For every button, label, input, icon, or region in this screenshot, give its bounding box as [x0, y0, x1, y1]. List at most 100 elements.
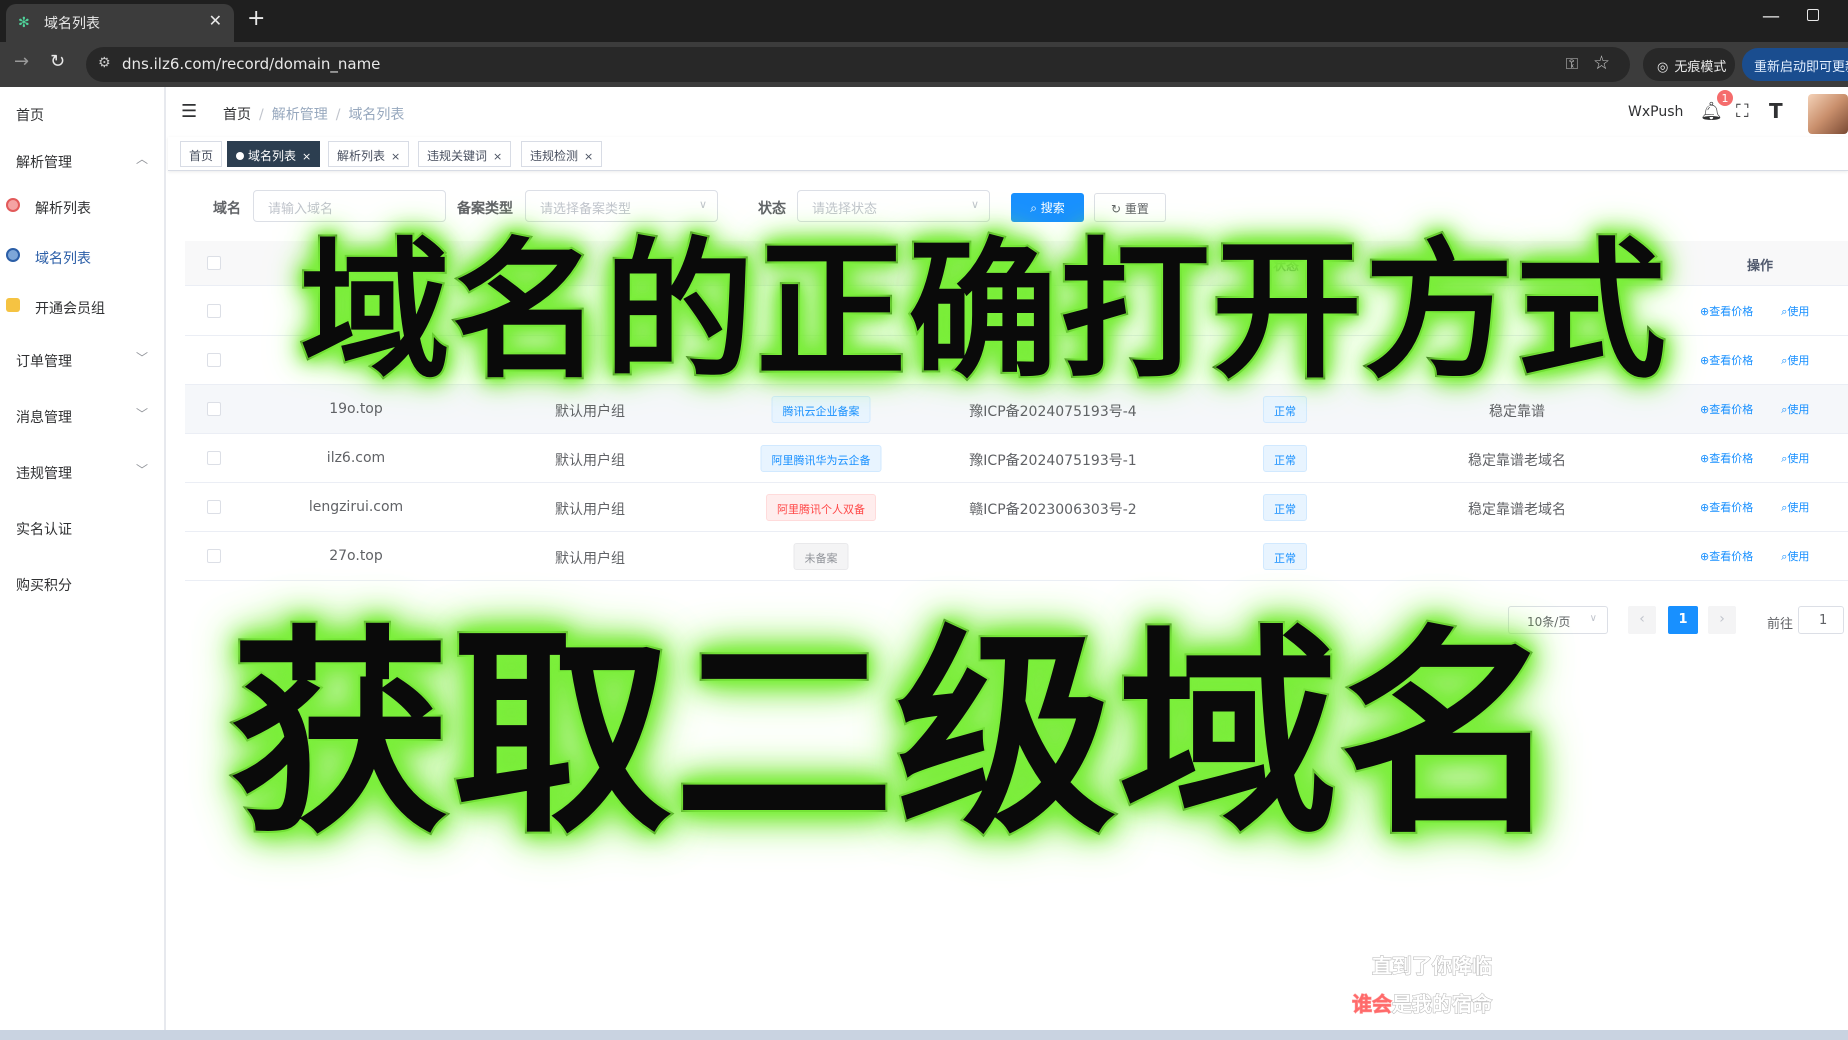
tag-violation-check[interactable]: 违规检测 × — [521, 141, 603, 167]
domain-cell: 19o.top — [329, 401, 383, 417]
search-button[interactable]: ⌕ 搜索 — [1011, 193, 1084, 222]
sidebar-item-buy-points[interactable]: 购买积分 — [0, 561, 166, 607]
sidebar-item-dns[interactable]: 解析管理 ︿ — [0, 138, 166, 184]
status-badge: 正常 — [1263, 396, 1307, 423]
icp-cell: 豫ICP备2024075193号-4 — [969, 404, 1137, 420]
view-price-link[interactable]: ⊕查看价格 — [1700, 452, 1767, 465]
password-key-icon[interactable]: ⚿ — [1566, 54, 1578, 74]
table-row: ilz6.com 默认用户组 阿里腾讯华为云企备 豫ICP备2024075193… — [185, 434, 1848, 483]
domain-search-input[interactable]: 请输入域名 — [253, 190, 446, 222]
forward-arrow-icon[interactable]: → — [14, 51, 29, 72]
row-actions: ⊕查看价格 ⌕使用 — [1700, 401, 1837, 417]
row-checkbox[interactable] — [207, 500, 221, 514]
active-dot-icon — [236, 152, 244, 160]
sidebar-item-violations[interactable]: 违规管理 ﹀ — [0, 449, 166, 495]
record-type-select[interactable]: 请选择备案类型 ∨ — [525, 190, 718, 222]
view-price-link[interactable]: ⊕查看价格 — [1700, 354, 1767, 367]
view-price-link[interactable]: ⊕查看价格 — [1700, 501, 1767, 514]
sidebar-item-orders[interactable]: 订单管理 ﹀ — [0, 337, 166, 383]
wxpush-link[interactable]: WxPush — [1628, 104, 1683, 120]
tag-domain-list[interactable]: 域名列表 × — [227, 141, 321, 167]
window-minimize-button[interactable]: — — [1762, 6, 1780, 27]
sidebar-item-label: 域名列表 — [35, 251, 91, 267]
restart-update-button[interactable]: 重新启动即可更新 — [1742, 48, 1848, 81]
window-restore-button[interactable] — [1807, 9, 1819, 21]
group-cell: 默认用户组 — [555, 453, 625, 469]
row-checkbox[interactable] — [207, 451, 221, 465]
use-label: 使用 — [1787, 305, 1810, 318]
url-text[interactable]: dns.ilz6.com/record/domain_name — [122, 55, 380, 73]
breadcrumb-item[interactable]: 解析管理 — [272, 107, 328, 123]
row-checkbox[interactable] — [207, 304, 221, 318]
sidebar-item-member-group[interactable]: 开通会员组 — [0, 284, 166, 330]
row-actions: ⊕查看价格 ⌕使用 — [1700, 450, 1837, 466]
close-icon[interactable]: × — [584, 150, 593, 163]
bookmark-star-icon[interactable]: ☆ — [1593, 52, 1610, 74]
new-tab-button[interactable]: + — [247, 6, 265, 31]
reload-icon[interactable]: ↻ — [50, 51, 65, 72]
tab-close-icon[interactable]: ✕ — [209, 11, 222, 30]
use-link[interactable]: ⌕使用 — [1781, 403, 1823, 416]
current-page-button[interactable]: 1 — [1668, 606, 1698, 634]
search-button-label: 搜索 — [1040, 201, 1065, 215]
use-link[interactable]: ⌕使用 — [1781, 550, 1823, 563]
prev-page-button[interactable]: ‹ — [1628, 606, 1656, 634]
tag-violation-keywords[interactable]: 违规关键词 × — [418, 141, 512, 167]
use-link[interactable]: ⌕使用 — [1781, 501, 1823, 514]
sidebar-item-label: 首页 — [16, 108, 44, 124]
breadcrumb-item[interactable]: 首页 — [223, 107, 251, 123]
tag-label: 首页 — [189, 149, 214, 163]
row-checkbox[interactable] — [207, 402, 221, 416]
sidebar-item-label: 违规管理 — [16, 466, 72, 482]
view-price-label: 查看价格 — [1709, 550, 1754, 563]
tag-dns-list[interactable]: 解析列表 × — [328, 141, 410, 167]
sidebar-item-domain-list[interactable]: 域名列表 — [0, 234, 166, 280]
goto-page-input[interactable]: 1 — [1798, 606, 1844, 634]
view-price-label: 查看价格 — [1709, 305, 1754, 318]
sidebar-item-dns-list[interactable]: 解析列表 — [0, 184, 166, 230]
lyric-highlight: 谁会 — [1352, 992, 1393, 1017]
use-link[interactable]: ⌕使用 — [1781, 452, 1823, 465]
view-price-link[interactable]: ⊕查看价格 — [1700, 403, 1767, 416]
notification-badge: 1 — [1716, 89, 1734, 107]
use-label: 使用 — [1787, 354, 1810, 367]
view-price-link[interactable]: ⊕查看价格 — [1700, 550, 1767, 563]
address-bar[interactable]: ⚙ dns.ilz6.com/record/domain_name ⚿ ☆ — [86, 47, 1630, 82]
row-checkbox[interactable] — [207, 549, 221, 563]
fullscreen-icon[interactable]: ⛶ — [1736, 101, 1749, 122]
chevron-up-icon: ︿ — [135, 152, 148, 166]
hamburger-menu-icon[interactable]: ☰ — [181, 101, 197, 122]
use-link[interactable]: ⌕使用 — [1781, 354, 1823, 367]
status-select[interactable]: 请选择状态 ∨ — [797, 190, 990, 222]
site-info-icon[interactable]: ⚙ — [98, 55, 111, 71]
font-size-icon[interactable]: T — [1769, 99, 1783, 123]
view-price-link[interactable]: ⊕查看价格 — [1700, 305, 1767, 318]
note-cell: 稳定靠谱 — [1489, 404, 1545, 420]
close-icon[interactable]: × — [391, 150, 400, 163]
overlay-title-top: 域名的正确打开方式 — [298, 225, 1669, 399]
select-all-checkbox[interactable] — [207, 256, 221, 270]
sidebar-item-messages[interactable]: 消息管理 ﹀ — [0, 393, 166, 439]
next-page-button[interactable]: › — [1708, 606, 1736, 634]
close-icon[interactable]: × — [493, 150, 502, 163]
view-price-label: 查看价格 — [1709, 354, 1754, 367]
search-icon: ⌕ — [1030, 201, 1041, 215]
avatar[interactable] — [1808, 94, 1848, 134]
sidebar-item-home[interactable]: 首页 — [0, 91, 166, 137]
record-type-placeholder: 请选择备案类型 — [540, 202, 632, 217]
group-cell: 默认用户组 — [555, 502, 625, 518]
group-cell: 默认用户组 — [555, 551, 625, 567]
incognito-button[interactable]: ◎ 无痕模式 — [1643, 48, 1735, 81]
row-checkbox[interactable] — [207, 353, 221, 367]
use-link[interactable]: ⌕使用 — [1781, 305, 1823, 318]
tag-home[interactable]: 首页 — [180, 141, 223, 167]
reset-button[interactable]: ↻ 重置 — [1094, 193, 1166, 222]
sidebar-item-label: 购买积分 — [16, 578, 72, 594]
incognito-label: 无痕模式 — [1674, 60, 1727, 75]
close-icon[interactable]: × — [302, 150, 311, 163]
browser-toolbar: → ↻ ⚙ dns.ilz6.com/record/domain_name ⚿ … — [0, 42, 1848, 87]
sidebar-item-realname[interactable]: 实名认证 — [0, 505, 166, 551]
browser-tab[interactable]: ✻ 域名列表 ✕ — [6, 4, 234, 42]
group-cell: 默认用户组 — [555, 404, 625, 420]
row-actions: ⊕查看价格 ⌕使用 — [1700, 499, 1837, 515]
